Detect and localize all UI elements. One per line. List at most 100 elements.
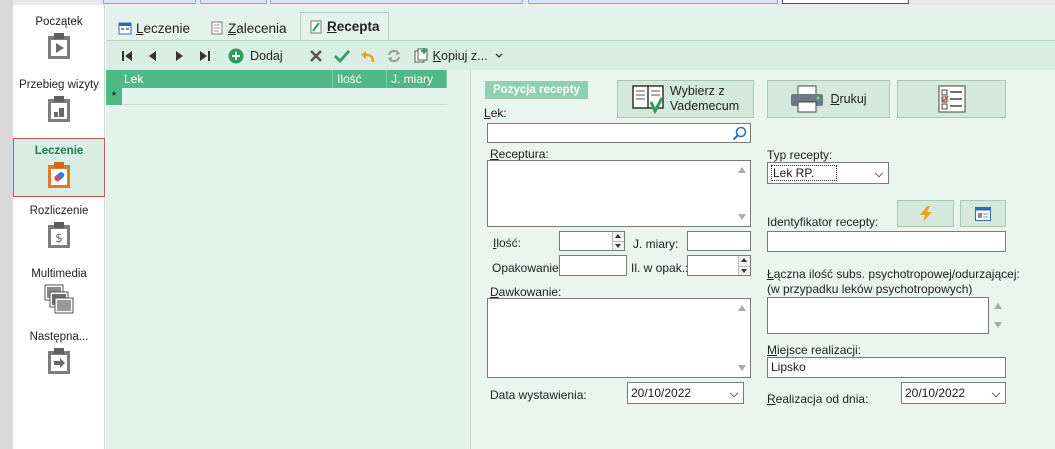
refresh-button[interactable]: [381, 45, 407, 67]
print-button-label: Drukuj: [830, 92, 866, 106]
column-header-j-miary[interactable]: J. miary: [387, 70, 447, 88]
confirm-button[interactable]: [329, 45, 355, 67]
laczna-scroll[interactable]: [990, 297, 1006, 334]
data-wystawienia-datepicker[interactable]: 20/10/2022: [627, 382, 744, 404]
laczna-ilosc-scrollbar[interactable]: [990, 297, 1006, 334]
scroll-up-icon[interactable]: [994, 303, 1002, 309]
sidebar-item-label: Leczenie: [34, 145, 84, 157]
tab-leczenie[interactable]: Leczenie: [110, 16, 198, 40]
calendar-icon: [118, 22, 132, 35]
ilosc-spinner[interactable]: [612, 232, 624, 250]
lek-label: Lek:: [484, 106, 507, 120]
receptura-scrollbar[interactable]: [734, 161, 750, 226]
scroll-down-icon[interactable]: [738, 365, 746, 371]
sidebar-item-leczenie[interactable]: Leczenie: [13, 138, 105, 197]
miejsce-text: iejsce realizacji:: [777, 343, 862, 357]
receptura-accel: R: [490, 147, 499, 161]
realizacja-accel: R: [767, 392, 776, 406]
generate-id-button[interactable]: [897, 200, 954, 227]
spin-up-icon[interactable]: [741, 258, 747, 262]
images-icon: [44, 284, 74, 314]
id-details-button[interactable]: [960, 200, 1006, 227]
checklist-icon: [938, 85, 965, 113]
refresh-icon: [387, 49, 400, 62]
il-w-opak-spin-input[interactable]: [687, 255, 751, 276]
dawkowanie-scrollbar[interactable]: [734, 299, 750, 377]
sidebar-item-label: Rozliczenie: [29, 205, 89, 217]
previous-record-button[interactable]: [140, 45, 166, 67]
ilosc-label: Ilość:: [493, 236, 521, 250]
main-panel: Leczenie Zalecenia Recepta Dodaj Kopiuj …: [106, 5, 1055, 449]
scroll-down-icon[interactable]: [994, 322, 1002, 328]
opakowanie-label: Opakowanie: [492, 261, 559, 275]
scroll-down-icon[interactable]: [738, 214, 746, 220]
scroll-up-icon[interactable]: [738, 305, 746, 311]
miejsce-value: Lipsko: [771, 360, 806, 374]
typ-recepty-select[interactable]: Lek RP.: [767, 162, 889, 184]
lightning-icon: [919, 205, 932, 222]
laczna-ilosc-textarea[interactable]: [767, 297, 989, 334]
sidebar-item-label: Przebieg wizyty: [19, 79, 99, 91]
search-icon[interactable]: [732, 126, 747, 141]
tab-label-accel: Z: [228, 20, 237, 36]
top-tab-fragment: [103, 0, 196, 4]
copy-from-dropdown[interactable]: Kopiuj z...: [413, 45, 504, 67]
realizacja-od-datepicker[interactable]: 20/10/2022: [901, 382, 1006, 404]
sidebar-item-przebieg-wizyty[interactable]: Przebieg wizyty: [13, 73, 105, 133]
add-button[interactable]: Dodaj: [228, 45, 291, 67]
sidebar-item-rozliczenie[interactable]: Rozliczenie $: [13, 199, 105, 259]
undo-arrow-icon: [360, 50, 374, 62]
chevron-down-icon[interactable]: [729, 388, 739, 398]
miejsce-realizacji-input[interactable]: Lipsko: [767, 357, 1006, 378]
print-button[interactable]: Drukuj: [767, 80, 890, 118]
scroll-up-icon[interactable]: [738, 167, 746, 173]
spin-down-icon[interactable]: [615, 244, 621, 248]
undo-button[interactable]: [355, 45, 381, 67]
tab-recepta[interactable]: Recepta: [300, 12, 389, 40]
checklist-button[interactable]: [897, 80, 1006, 118]
chevron-down-icon[interactable]: [991, 388, 1001, 398]
column-header-lek[interactable]: Lek: [106, 70, 333, 88]
dawkowanie-text: awkowanie:: [498, 285, 562, 299]
clipboard-play-icon: [48, 33, 70, 59]
tab-label-accel: L: [136, 20, 144, 36]
jmiary-label: J. miary:: [633, 237, 679, 251]
column-header-ilosc[interactable]: Ilość: [333, 70, 387, 88]
vademecum-button[interactable]: Wybierz z Vademecum: [617, 80, 754, 118]
table-row-new[interactable]: *: [106, 88, 447, 105]
chevron-down-icon[interactable]: [874, 168, 884, 178]
sidebar-item-poczatek[interactable]: Początek: [13, 10, 105, 70]
lek-accel: L: [484, 106, 491, 120]
ilosc-spin-input[interactable]: [559, 231, 625, 251]
dawkowanie-textarea[interactable]: [487, 298, 751, 378]
top-tab-fragment: [782, 0, 909, 4]
previous-icon: [149, 50, 156, 61]
tab-label: ecepta: [336, 19, 380, 34]
svg-text:$: $: [55, 231, 63, 245]
book-check-icon: [632, 85, 664, 114]
last-record-button[interactable]: [192, 45, 218, 67]
typ-recepty-label: Typ recepty:: [767, 148, 833, 162]
miejsce-label: Miejsce realizacji:: [767, 343, 861, 357]
first-record-button[interactable]: [114, 45, 140, 67]
identyfikator-input[interactable]: [767, 231, 1006, 252]
spin-down-icon[interactable]: [741, 269, 747, 273]
next-record-button[interactable]: [166, 45, 192, 67]
tab-zalecenia[interactable]: Zalecenia: [202, 16, 295, 40]
receptura-textarea[interactable]: [487, 160, 751, 227]
lek-input[interactable]: [487, 123, 751, 143]
jmiary-input[interactable]: [687, 231, 751, 251]
opakowanie-input[interactable]: [559, 255, 627, 276]
delete-x-icon: [309, 49, 322, 62]
sidebar-item-multimedia[interactable]: Multimedia: [13, 262, 105, 322]
realizacja-text: ealizacja od dnia:: [775, 392, 869, 406]
tab-label-accel: R: [327, 19, 337, 34]
tab-label: alecenia: [236, 20, 287, 36]
il-w-opak-spinner[interactable]: [738, 256, 750, 275]
printer-icon: [791, 85, 824, 113]
clipboard-pill-icon: [48, 162, 70, 188]
spin-up-icon[interactable]: [615, 234, 621, 238]
tab-bar: Leczenie Zalecenia Recepta: [106, 12, 1055, 40]
delete-button[interactable]: [303, 45, 329, 67]
sidebar-item-nastepna[interactable]: Następna...: [13, 325, 105, 385]
